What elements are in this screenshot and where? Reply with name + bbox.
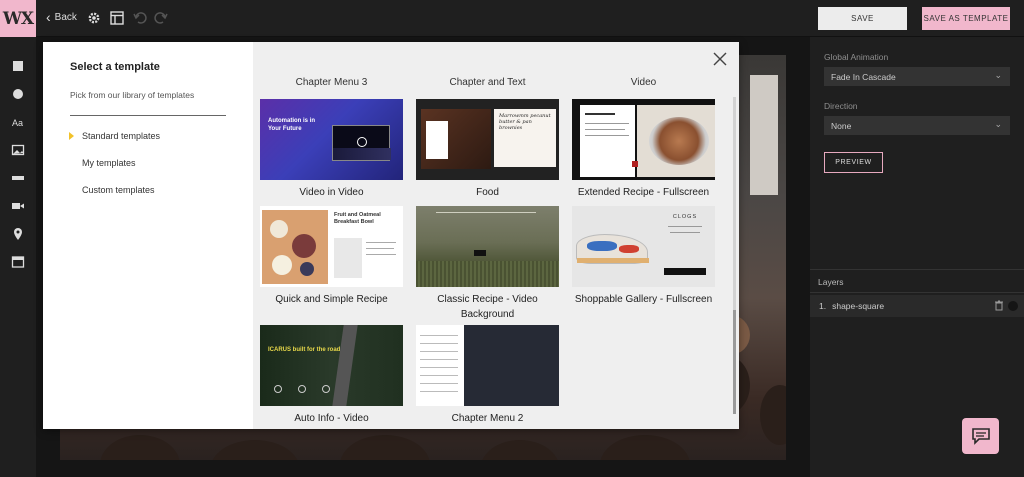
- template-label: Chapter Menu 2: [451, 413, 524, 424]
- back-label: Back: [54, 11, 77, 23]
- direction-select[interactable]: None ⌄: [824, 116, 1010, 135]
- chevron-left-icon: ‹: [46, 9, 51, 25]
- top-bar: WX ‹ Back SAVE SAVE AS TEMPLATE: [0, 0, 1024, 37]
- template-thumbnail: [416, 206, 559, 287]
- layout-icon[interactable]: [110, 11, 124, 25]
- modal-subtitle: Pick from our library of templates: [70, 90, 195, 100]
- template-card-food[interactable]: Marrowmm pecanut butter & pan brownies F…: [416, 99, 559, 200]
- template-label: Food: [476, 187, 499, 198]
- template-thumbnail: ICARUS built for the road: [260, 325, 403, 406]
- divider: [70, 115, 226, 116]
- global-animation-value: Fade In Cascade: [831, 71, 896, 82]
- circle-tool-icon[interactable]: [11, 87, 25, 101]
- chevron-down-icon: ⌄: [994, 119, 1002, 129]
- chat-icon: [971, 428, 990, 445]
- thumb-text: Automation is in Your Future: [268, 118, 315, 132]
- save-button[interactable]: SAVE: [818, 7, 907, 30]
- properties-panel: Global Animation Fade In Cascade ⌄ Direc…: [810, 37, 1024, 477]
- svg-text:Aa: Aa: [12, 118, 23, 128]
- thumb-text: CLOGS: [672, 214, 698, 220]
- gear-icon[interactable]: [87, 11, 101, 25]
- global-animation-select[interactable]: Fade In Cascade ⌄: [824, 67, 1010, 86]
- layer-row[interactable]: 1. shape-square: [810, 295, 1024, 317]
- thumb-text: ICARUS built for the road: [268, 347, 341, 353]
- location-tool-icon[interactable]: [11, 227, 25, 241]
- video-tool-icon[interactable]: [11, 199, 25, 213]
- template-label: Quick and Simple Recipe: [275, 294, 388, 305]
- direction-label: Direction: [824, 101, 858, 111]
- template-card-video-in-video[interactable]: Automation is in Your Future Video in Vi…: [260, 99, 403, 200]
- selected-arrow-icon: [69, 132, 74, 140]
- modal-sidebar: Select a template Pick from our library …: [43, 42, 253, 429]
- category-my-templates[interactable]: My templates: [82, 158, 136, 168]
- scrollbar-thumb[interactable]: [733, 310, 736, 414]
- close-icon[interactable]: [713, 52, 727, 66]
- template-label: Shoppable Gallery - Fullscreen: [574, 294, 713, 305]
- template-card-shoppable-gallery[interactable]: CLOGS Shoppable Gallery - Fullscreen: [572, 206, 715, 307]
- visibility-toggle[interactable]: [1008, 301, 1018, 311]
- template-card-auto-info[interactable]: ICARUS built for the road Auto Info - Vi…: [260, 325, 403, 426]
- template-label: Classic Recipe - Video Background: [437, 294, 538, 320]
- chevron-down-icon: ⌄: [994, 70, 1002, 80]
- layout-tool-icon[interactable]: [11, 255, 25, 269]
- save-as-template-button[interactable]: SAVE AS TEMPLATE: [922, 7, 1010, 30]
- thumb-text: Marrowmm pecanut butter & pan brownies: [499, 113, 551, 131]
- left-toolbar: Aa: [0, 37, 36, 477]
- preview-button[interactable]: PREVIEW: [824, 152, 883, 173]
- template-grid: Chapter Menu 3 Chapter and Text Video Au…: [253, 42, 739, 429]
- template-label-cut: Chapter Menu 3: [295, 77, 368, 88]
- layers-header: Layers: [810, 269, 1024, 293]
- undo-icon[interactable]: [133, 11, 147, 25]
- trash-icon[interactable]: [994, 300, 1004, 311]
- template-thumbnail: CLOGS: [572, 206, 715, 287]
- template-card-chapter-menu-2[interactable]: Chapter Menu 2: [416, 325, 559, 426]
- image-tool-icon[interactable]: [11, 143, 25, 157]
- category-custom-templates[interactable]: Custom templates: [82, 185, 155, 195]
- layer-index: 1.: [819, 301, 827, 311]
- template-modal: Select a template Pick from our library …: [43, 42, 739, 429]
- divider-tool-icon[interactable]: [11, 171, 25, 185]
- template-thumbnail: [572, 99, 715, 180]
- text-tool-icon[interactable]: Aa: [11, 115, 25, 129]
- template-label-cut: Video: [630, 77, 657, 88]
- template-thumbnail: [416, 325, 559, 406]
- category-standard-templates[interactable]: Standard templates: [82, 131, 160, 141]
- redo-icon[interactable]: [154, 11, 168, 25]
- template-thumbnail: Fruit and Oatmeal Breakfast Bowl: [260, 206, 403, 287]
- template-card-classic-recipe[interactable]: Classic Recipe - Video Background: [416, 206, 559, 322]
- template-label: Auto Info - Video: [294, 413, 369, 424]
- chat-button[interactable]: [962, 418, 999, 454]
- template-label-cut: Chapter and Text: [449, 77, 526, 88]
- template-thumbnail: Automation is in Your Future: [260, 99, 403, 180]
- template-label: Extended Recipe - Fullscreen: [577, 187, 710, 198]
- template-card-quick-recipe[interactable]: Fruit and Oatmeal Breakfast Bowl Quick a…: [260, 206, 403, 307]
- thumb-text: Fruit and Oatmeal Breakfast Bowl: [334, 212, 381, 225]
- template-thumbnail: Marrowmm pecanut butter & pan brownies: [416, 99, 559, 180]
- template-label: Video in Video: [299, 187, 364, 198]
- template-card-extended-recipe[interactable]: Extended Recipe - Fullscreen: [572, 99, 715, 200]
- layer-name: shape-square: [832, 301, 885, 311]
- global-animation-label: Global Animation: [824, 52, 889, 62]
- square-tool-icon[interactable]: [11, 59, 25, 73]
- app-logo: WX: [0, 0, 36, 37]
- modal-title: Select a template: [70, 61, 160, 73]
- back-button[interactable]: ‹ Back: [46, 9, 77, 25]
- direction-value: None: [831, 120, 852, 131]
